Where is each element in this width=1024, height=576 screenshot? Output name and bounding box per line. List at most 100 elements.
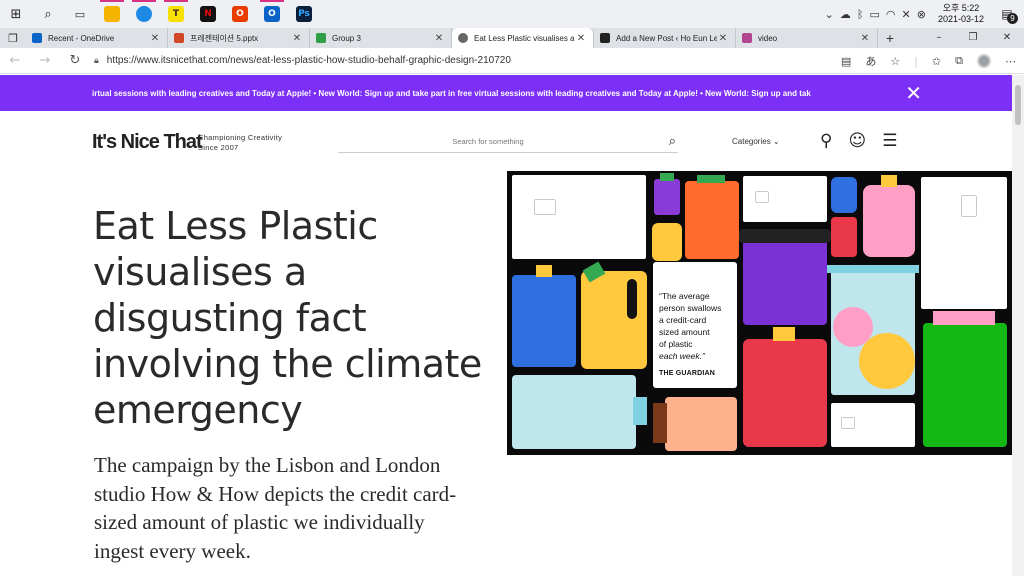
cloud-icon[interactable]: ☁ bbox=[840, 8, 851, 21]
favorites-icon[interactable]: ✩ bbox=[932, 55, 941, 68]
card-chip-icon bbox=[961, 195, 977, 217]
minimize-icon[interactable]: – bbox=[922, 28, 956, 48]
browser-tab[interactable]: Add a New Post ‹ Ho Eun Le ✕ bbox=[594, 28, 736, 48]
browser-tab[interactable]: Recent - OneDrive ✕ bbox=[26, 28, 168, 48]
quote-line: sized amount bbox=[659, 327, 710, 337]
header-icons: ⚲ ☺ ☰ bbox=[820, 131, 897, 151]
reader-view-icon[interactable]: ▤ bbox=[841, 55, 851, 68]
cart-icon[interactable]: ⚲ bbox=[820, 131, 832, 151]
red-bottle-big-shape bbox=[743, 339, 827, 447]
clock-date: 2021-03-12 bbox=[937, 14, 984, 24]
windows-start-button[interactable]: ⊞ bbox=[0, 0, 32, 28]
taskbar-kakaotalk[interactable]: T bbox=[160, 0, 192, 28]
taskbar-office[interactable]: O bbox=[224, 0, 256, 28]
bottle-cap-shape bbox=[653, 403, 667, 443]
bottle-neck-shape bbox=[633, 397, 647, 425]
kakaotalk-icon: T bbox=[168, 6, 184, 22]
light-blue-bottle-shape bbox=[512, 375, 636, 449]
taskbar-photoshop[interactable]: Ps bbox=[288, 0, 320, 28]
browser-tab-strip: ❐ Recent - OneDrive ✕ 프레젠테이션 5.pptx ✕ Gr… bbox=[0, 28, 1024, 48]
collections-icon[interactable]: ⧉ bbox=[955, 54, 963, 68]
site-header: It's Nice That Championing Creativity Si… bbox=[0, 111, 1012, 171]
bottle-cap-shape bbox=[881, 175, 897, 187]
close-tab-icon[interactable]: ✕ bbox=[859, 33, 871, 44]
system-clock[interactable]: 오후 5:22 2021-03-12 bbox=[938, 3, 984, 25]
file-explorer-icon bbox=[104, 6, 120, 22]
back-icon[interactable]: ← bbox=[0, 53, 30, 68]
clock-time: 오후 5:22 bbox=[942, 3, 980, 13]
quote-line: “The average bbox=[659, 291, 710, 301]
close-banner-icon[interactable]: ✕ bbox=[905, 81, 922, 105]
smiley-icon[interactable]: ☺ bbox=[848, 131, 866, 151]
site-logo[interactable]: It's Nice That bbox=[92, 131, 203, 154]
page-scrollbar[interactable] bbox=[1012, 75, 1024, 576]
yellow-jug-shape bbox=[581, 271, 647, 369]
profile-avatar[interactable] bbox=[977, 54, 991, 68]
quote-line: person swallows bbox=[659, 303, 722, 313]
tab-actions-menu[interactable]: ❐ bbox=[0, 28, 26, 48]
search-icon[interactable]: ⌕ bbox=[669, 134, 676, 149]
tagline-line: Championing Creativity bbox=[198, 133, 283, 142]
taskbar-outlook[interactable]: O bbox=[256, 0, 288, 28]
close-window-icon[interactable]: ✕ bbox=[990, 28, 1024, 48]
search-input[interactable] bbox=[338, 131, 638, 152]
taskbar-netflix[interactable]: N bbox=[192, 0, 224, 28]
more-menu-icon[interactable]: ⋯ bbox=[1005, 55, 1016, 68]
blue-jug-shape bbox=[512, 275, 576, 367]
video-favicon-icon bbox=[742, 33, 752, 43]
chevron-up-icon[interactable]: ⌄ bbox=[825, 8, 834, 21]
close-tab-icon[interactable]: ✕ bbox=[433, 33, 445, 44]
task-view-icon: ▭ bbox=[74, 7, 86, 21]
powerpoint-favicon-icon bbox=[174, 33, 184, 43]
tab-title: Group 3 bbox=[332, 33, 361, 43]
bottle-cap-shape bbox=[697, 175, 725, 183]
orange-bottle-shape bbox=[685, 181, 739, 259]
search-icon: ⌕ bbox=[44, 6, 52, 22]
split-divider-icon: | bbox=[914, 54, 918, 68]
task-view-button[interactable]: ▭ bbox=[64, 0, 96, 28]
refresh-icon[interactable]: ↻ bbox=[60, 53, 90, 68]
browser-tab[interactable]: video ✕ bbox=[736, 28, 878, 48]
tab-actions-icon: ❐ bbox=[8, 31, 18, 45]
taskbar-edge[interactable] bbox=[128, 0, 160, 28]
new-tab-button[interactable]: + bbox=[878, 30, 902, 46]
scrollbar-thumb[interactable] bbox=[1015, 85, 1021, 125]
translate-icon[interactable]: あ bbox=[865, 53, 876, 69]
bottle-cap-shape bbox=[660, 173, 674, 181]
windows-taskbar: ⊞ ⌕ ▭ T N O O Ps ⌄ ☁ ᛒ ▭ ◠ ✕ ⊗ 오후 5:22 2… bbox=[0, 0, 1024, 28]
quote-line: a credit-card bbox=[659, 315, 707, 325]
restore-icon[interactable]: ❐ bbox=[956, 28, 990, 48]
tab-title: video bbox=[758, 33, 778, 43]
hero-illustration: “The average person swallows a credit-ca… bbox=[507, 171, 1012, 455]
notification-center-button[interactable]: ▤ 9 bbox=[996, 3, 1018, 25]
add-favorite-icon[interactable]: ☆ bbox=[890, 55, 900, 68]
browser-tab[interactable]: Group 3 ✕ bbox=[310, 28, 452, 48]
office-icon: O bbox=[232, 6, 248, 22]
promo-banner[interactable]: irtual sessions with leading creatives a… bbox=[0, 75, 1012, 111]
close-tab-icon[interactable]: ✕ bbox=[575, 33, 587, 44]
bluetooth-icon[interactable]: ᛒ bbox=[857, 8, 864, 21]
site-tagline: Championing Creativity Since 2007 bbox=[198, 133, 282, 153]
quote-card: “The average person swallows a credit-ca… bbox=[653, 262, 737, 388]
hamburger-menu-icon[interactable]: ☰ bbox=[882, 131, 897, 151]
tab-title: Eat Less Plastic visualises a d bbox=[474, 33, 575, 43]
browser-tab[interactable]: 프레젠테이션 5.pptx ✕ bbox=[168, 28, 310, 48]
volume-muted-icon[interactable]: ✕ bbox=[902, 8, 911, 21]
url-field[interactable]: 🔒︎ https://www.itsnicethat.com/news/eat-… bbox=[94, 55, 794, 66]
close-tab-icon[interactable]: ✕ bbox=[291, 33, 303, 44]
forward-icon[interactable]: → bbox=[30, 53, 60, 68]
taskbar-file-explorer[interactable] bbox=[96, 0, 128, 28]
browser-tab-active[interactable]: Eat Less Plastic visualises a d ✕ bbox=[452, 28, 594, 48]
power-icon[interactable]: ⊗ bbox=[917, 8, 926, 21]
article-standfirst: The campaign by the Lisbon and London st… bbox=[94, 453, 457, 563]
close-tab-icon[interactable]: ✕ bbox=[717, 33, 729, 44]
wifi-icon[interactable]: ◠ bbox=[886, 8, 896, 21]
taskbar-search-button[interactable]: ⌕ bbox=[32, 0, 64, 28]
netflix-icon: N bbox=[200, 6, 216, 22]
outlook-icon: O bbox=[264, 6, 280, 22]
battery-icon[interactable]: ▭ bbox=[870, 8, 880, 21]
categories-dropdown[interactable]: Categories ⌄ bbox=[732, 137, 780, 146]
group-favicon-icon bbox=[316, 33, 326, 43]
close-tab-icon[interactable]: ✕ bbox=[149, 33, 161, 44]
card-chip-icon bbox=[755, 191, 769, 203]
